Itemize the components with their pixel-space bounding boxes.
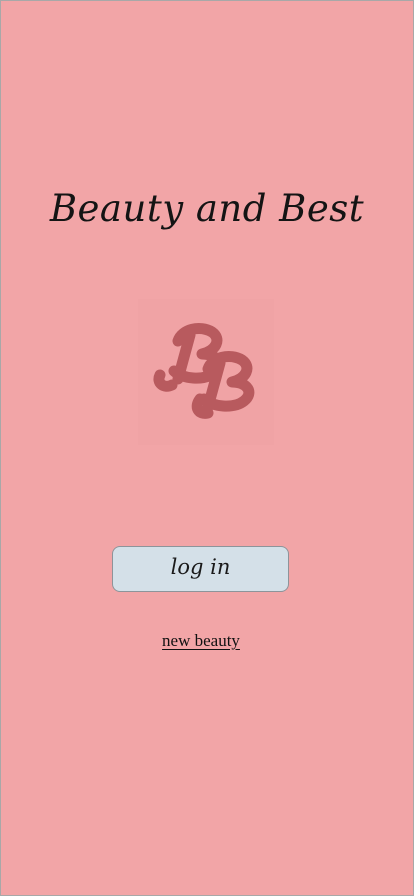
app-title: Beauty and Best <box>49 187 365 230</box>
new-beauty-link[interactable]: new beauty <box>1 631 401 651</box>
login-button[interactable]: log in <box>112 546 289 592</box>
bb-monogram-logo-icon <box>138 299 274 445</box>
welcome-screen: Beauty and Best log in new beauty <box>1 1 413 895</box>
